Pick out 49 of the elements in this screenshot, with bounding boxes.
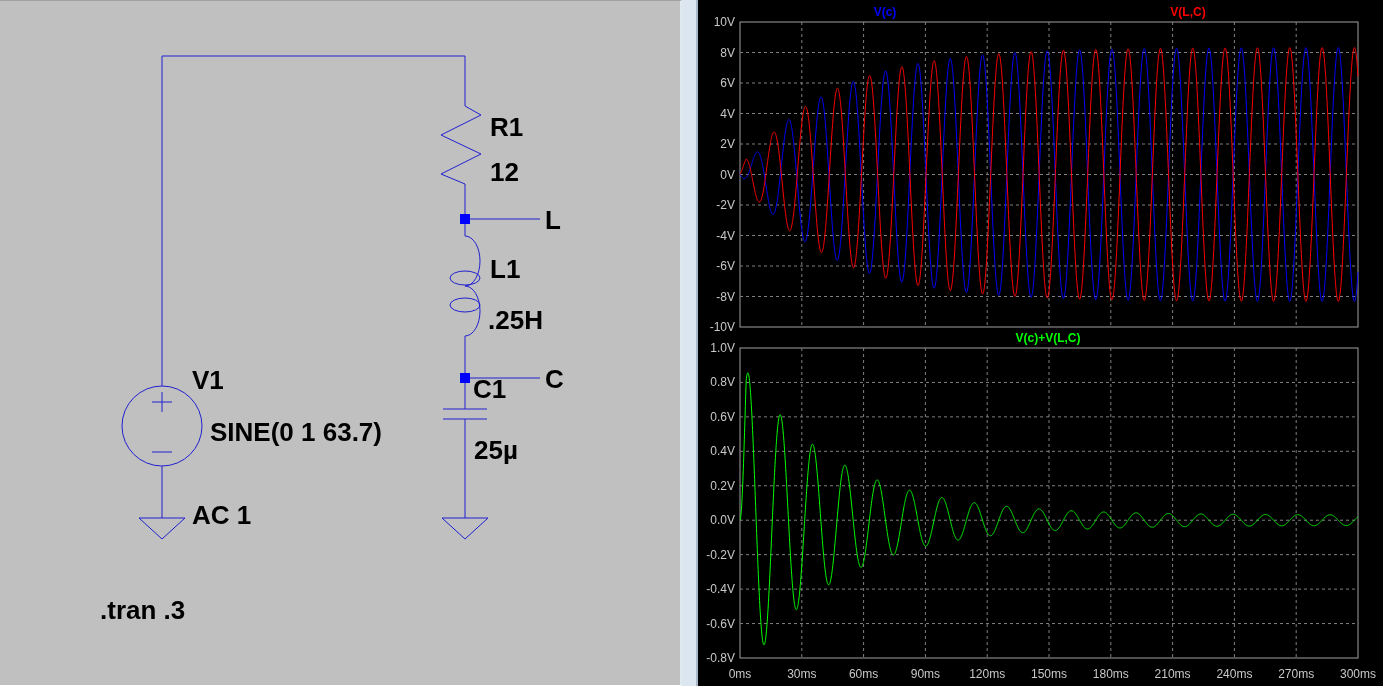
component-value: 12 [490,157,519,187]
y-axis-label: 0.4V [710,444,735,459]
component-value: .25H [488,305,543,335]
y-axis-label: -2V [716,198,735,212]
x-axis-label: 30ms [787,667,817,681]
y-axis-label: 0.8V [710,375,735,390]
x-axis-label: 270ms [1278,667,1315,681]
y-axis-label: 1.0V [710,341,735,355]
simulation-directive: .tran .3 [100,595,186,625]
x-axis-label: 0ms [728,667,752,681]
y-axis-label: 0.0V [710,513,735,528]
x-axis-label: 90ms [910,667,941,681]
x-axis-label: 60ms [848,667,879,681]
y-axis-label: -4V [716,228,735,243]
y-axis-label: -6V [716,259,735,273]
ground-symbol [441,517,489,540]
trace-label[interactable]: V(L,C) [1170,5,1206,19]
y-axis-label: -0.2V [706,547,735,562]
y-axis-label: -0.4V [706,582,735,597]
y-axis-label: 0V [720,167,735,182]
ground-symbol [138,517,186,540]
y-axis-label: -0.8V [706,651,735,665]
component-value: 25µ [474,435,518,465]
y-axis-label: 10V [713,15,735,29]
component-name: V1 [192,365,224,395]
component-name: R1 [490,112,524,142]
component-value: SINE(0 1 63.7) [210,417,382,447]
y-axis-label: -8V [716,289,735,304]
y-axis-label: 0.6V [710,409,735,424]
y-axis-label: 8V [720,45,735,60]
x-axis-label: 240ms [1216,667,1253,681]
y-axis-label: 4V [720,106,735,121]
y-axis-label: -0.6V [706,616,735,631]
x-axis-label: 180ms [1092,667,1129,681]
component-value: AC 1 [192,500,252,530]
y-axis-label: 6V [720,76,735,90]
component-name: L1 [490,254,521,284]
y-axis-label: 2V [720,137,735,151]
component-name: C1 [473,374,507,404]
splitter-bar[interactable] [682,0,698,686]
y-axis-label: 0.2V [710,478,735,493]
net-label: C [545,364,564,394]
x-axis-label: 300ms [1340,667,1376,681]
net-label: L [545,205,561,235]
x-axis-label: 150ms [1031,667,1067,681]
trace-label[interactable]: V(c)+V(L,C) [1015,331,1081,345]
x-axis-label: 210ms [1154,667,1191,681]
y-axis-label: -10V [709,320,735,334]
x-axis-label: 120ms [969,667,1006,681]
